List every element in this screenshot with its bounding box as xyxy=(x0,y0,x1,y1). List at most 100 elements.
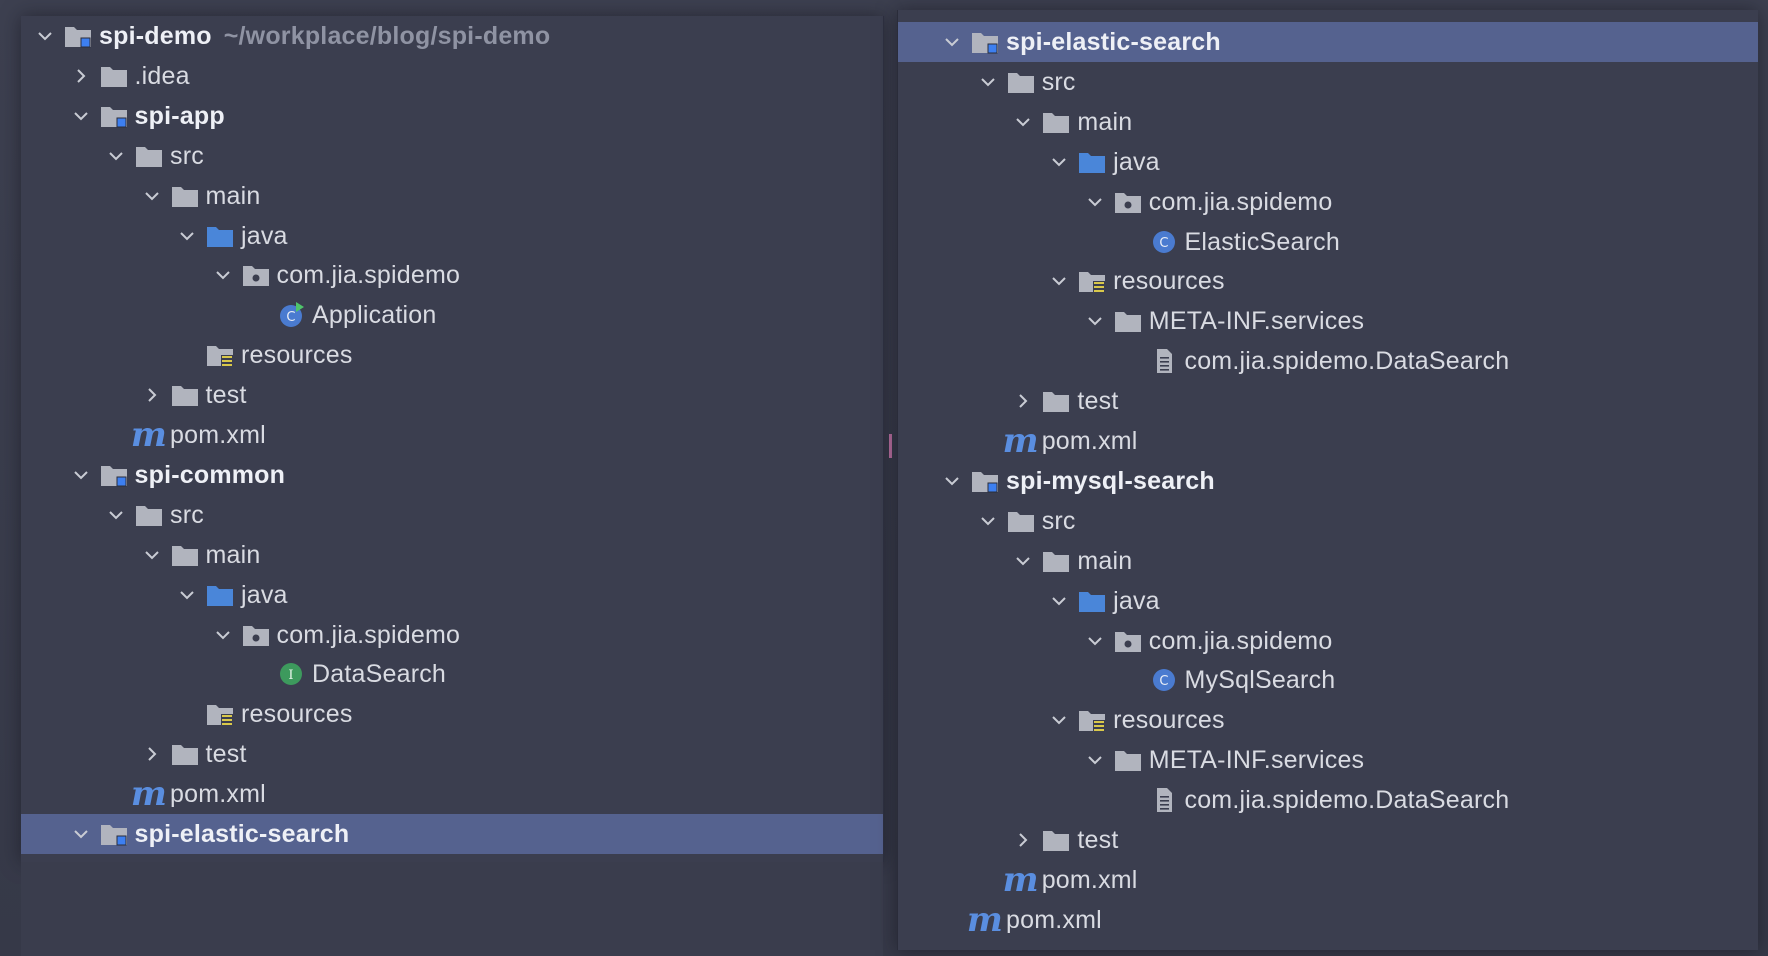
tree-row-label: java xyxy=(1113,586,1160,615)
tree-row[interactable]: resources xyxy=(898,700,1758,740)
chevron-down-icon[interactable] xyxy=(140,543,164,567)
tree-row[interactable]: spi-elastic-search xyxy=(898,22,1758,62)
tree-row-label: test xyxy=(1077,826,1119,854)
chevron-down-icon[interactable] xyxy=(69,463,93,487)
tree-row-label: test xyxy=(1077,387,1119,416)
tree-row[interactable]: src xyxy=(898,62,1758,102)
svg-text:C: C xyxy=(1159,236,1168,251)
folder-icon xyxy=(1041,548,1071,574)
chevron-down-icon[interactable] xyxy=(33,24,57,48)
tree-row-label: com.jia.spidemo xyxy=(1148,187,1333,216)
chevron-down-icon[interactable] xyxy=(1083,629,1107,653)
chevron-down-icon[interactable] xyxy=(175,224,199,248)
tree-row-label: main xyxy=(1077,107,1133,136)
chevron-down-icon[interactable] xyxy=(211,623,235,647)
resources-folder-icon xyxy=(205,342,235,368)
tree-row[interactable]: spi-common xyxy=(21,455,883,495)
tree-row[interactable]: java xyxy=(21,216,883,256)
tree-row[interactable]: spi-mysql-search xyxy=(898,461,1758,501)
chevron-down-icon[interactable] xyxy=(1083,190,1107,214)
chevron-down-icon[interactable] xyxy=(1083,748,1107,772)
tree-row[interactable]: test xyxy=(898,381,1758,421)
tree-row[interactable]: src xyxy=(898,501,1758,541)
tree-row[interactable]: com.jia.spidemo xyxy=(898,182,1758,222)
tree-row[interactable]: com.jia.spidemo.DataSearch xyxy=(898,780,1758,820)
tree-row[interactable]: com.jia.spidemo xyxy=(21,255,883,295)
tree-row-label: com.jia.spidemo.DataSearch xyxy=(1184,347,1510,376)
project-tree-left[interactable]: spi-demo ~/workplace/blog/spi-demo .idea sp… xyxy=(21,16,884,862)
chevron-down-icon[interactable] xyxy=(69,822,93,846)
chevron-down-icon[interactable] xyxy=(1011,549,1035,573)
tree-row[interactable]: main xyxy=(898,102,1758,142)
tree-row[interactable]: src xyxy=(21,136,883,176)
project-path: ~/workplace/blog/spi-demo xyxy=(223,22,551,50)
tree-row[interactable]: m pom.xml xyxy=(21,415,883,455)
splitter-marker[interactable] xyxy=(889,434,892,458)
chevron-right-icon[interactable] xyxy=(140,742,164,766)
chevron-down-icon[interactable] xyxy=(140,184,164,208)
chevron-down-icon[interactable] xyxy=(1083,309,1107,333)
tree-row[interactable]: java xyxy=(898,142,1758,182)
tree-row[interactable]: META-INF.services xyxy=(898,301,1758,341)
tree-row[interactable]: .idea xyxy=(21,56,883,96)
chevron-right-icon[interactable] xyxy=(140,383,164,407)
chevron-down-icon[interactable] xyxy=(175,583,199,607)
project-tree-right[interactable]: spi-elastic-search src main java com.jia.spi… xyxy=(897,10,1758,950)
chevron-right-icon[interactable] xyxy=(1011,828,1035,852)
tree-row[interactable]: test xyxy=(21,375,883,415)
tree-row[interactable]: m pom.xml xyxy=(898,900,1758,940)
tree-row[interactable]: spi-demo ~/workplace/blog/spi-demo xyxy=(21,16,883,56)
tree-row[interactable]: com.jia.spidemo xyxy=(898,621,1758,661)
tree-row[interactable]: test xyxy=(898,820,1758,860)
tree-row[interactable]: m pom.xml xyxy=(21,774,883,814)
tree-row[interactable]: META-INF.services xyxy=(898,740,1758,780)
folder-icon xyxy=(170,382,200,408)
text-file-icon xyxy=(1149,787,1179,813)
tree-row[interactable]: resources xyxy=(21,335,883,375)
tree-row-label: spi-app xyxy=(134,101,225,130)
tree-row[interactable]: m pom.xml xyxy=(898,860,1758,900)
tree-row[interactable]: com.jia.spidemo.DataSearch xyxy=(898,341,1758,381)
chevron-down-icon[interactable] xyxy=(1011,110,1035,134)
tree-row[interactable]: resources xyxy=(21,694,883,734)
resources-folder-icon xyxy=(1077,707,1107,733)
folder-icon xyxy=(1041,827,1071,853)
source-folder-icon xyxy=(205,582,235,608)
chevron-down-icon[interactable] xyxy=(104,144,128,168)
chevron-right-icon[interactable] xyxy=(1011,389,1035,413)
chevron-down-icon[interactable] xyxy=(104,503,128,527)
tree-row[interactable]: test xyxy=(21,734,883,774)
tree-row-label: test xyxy=(205,381,247,410)
tree-row[interactable]: main xyxy=(898,541,1758,581)
tree-row[interactable]: java xyxy=(21,575,883,615)
chevron-right-icon[interactable] xyxy=(69,64,93,88)
chevron-down-icon[interactable] xyxy=(1047,589,1071,613)
chevron-down-icon[interactable] xyxy=(940,469,964,493)
tree-row[interactable]: spi-app xyxy=(21,96,883,136)
folder-icon xyxy=(170,542,200,568)
tree-row[interactable]: C MySqlSearch xyxy=(898,660,1758,700)
chevron-down-icon[interactable] xyxy=(1047,269,1071,293)
tree-row[interactable]: main xyxy=(21,535,883,575)
chevron-down-icon[interactable] xyxy=(976,509,1000,533)
tree-row[interactable]: spi-elastic-search xyxy=(21,814,883,854)
folder-icon xyxy=(1006,508,1036,534)
tree-row[interactable]: resources xyxy=(898,261,1758,301)
chevron-down-icon[interactable] xyxy=(940,30,964,54)
chevron-down-icon[interactable] xyxy=(1047,708,1071,732)
tree-row[interactable]: I DataSearch xyxy=(21,654,883,694)
tree-row[interactable]: java xyxy=(898,581,1758,621)
chevron-down-icon[interactable] xyxy=(211,263,235,287)
tree-row[interactable]: C Application xyxy=(21,295,883,335)
chevron-down-icon[interactable] xyxy=(976,70,1000,94)
chevron-down-icon[interactable] xyxy=(69,104,93,128)
tree-row-label: spi-demo ~/workplace/blog/spi-demo xyxy=(99,22,551,50)
tree-row[interactable]: main xyxy=(21,176,883,216)
chevron-down-icon[interactable] xyxy=(1047,150,1071,174)
maven-icon: m xyxy=(966,899,1004,940)
tree-row[interactable]: m pom.xml xyxy=(898,421,1758,461)
tree-row[interactable]: src xyxy=(21,495,883,535)
tree-row-label: spi-elastic-search xyxy=(1006,28,1221,56)
tree-row[interactable]: C ElasticSearch xyxy=(898,222,1758,262)
tree-row[interactable]: com.jia.spidemo xyxy=(21,615,883,655)
